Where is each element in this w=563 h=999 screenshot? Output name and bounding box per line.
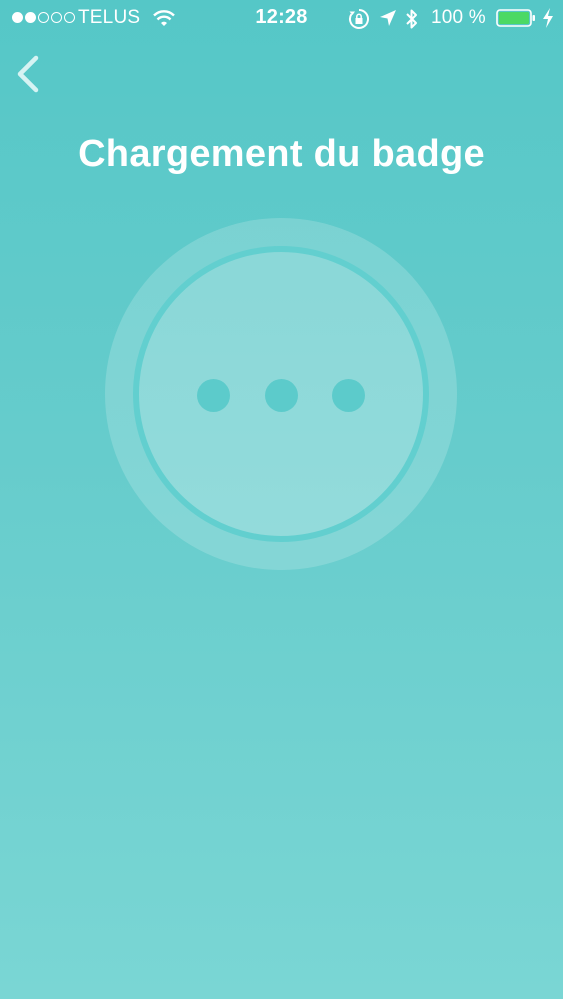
battery-icon — [496, 9, 535, 27]
lightning-bolt-icon — [543, 8, 553, 28]
loading-dot — [265, 379, 298, 412]
chevron-left-icon — [17, 55, 39, 93]
battery-percent: 100 % — [431, 7, 486, 28]
bluetooth-icon — [406, 9, 417, 29]
loading-dot — [332, 379, 365, 412]
rotation-lock-icon — [349, 9, 369, 29]
status-bar: TELUS 12:28 100 % — [0, 0, 563, 38]
loading-dot — [197, 379, 230, 412]
page-title: Chargement du badge — [78, 133, 485, 175]
location-arrow-icon — [380, 10, 396, 26]
back-button[interactable] — [10, 52, 46, 96]
